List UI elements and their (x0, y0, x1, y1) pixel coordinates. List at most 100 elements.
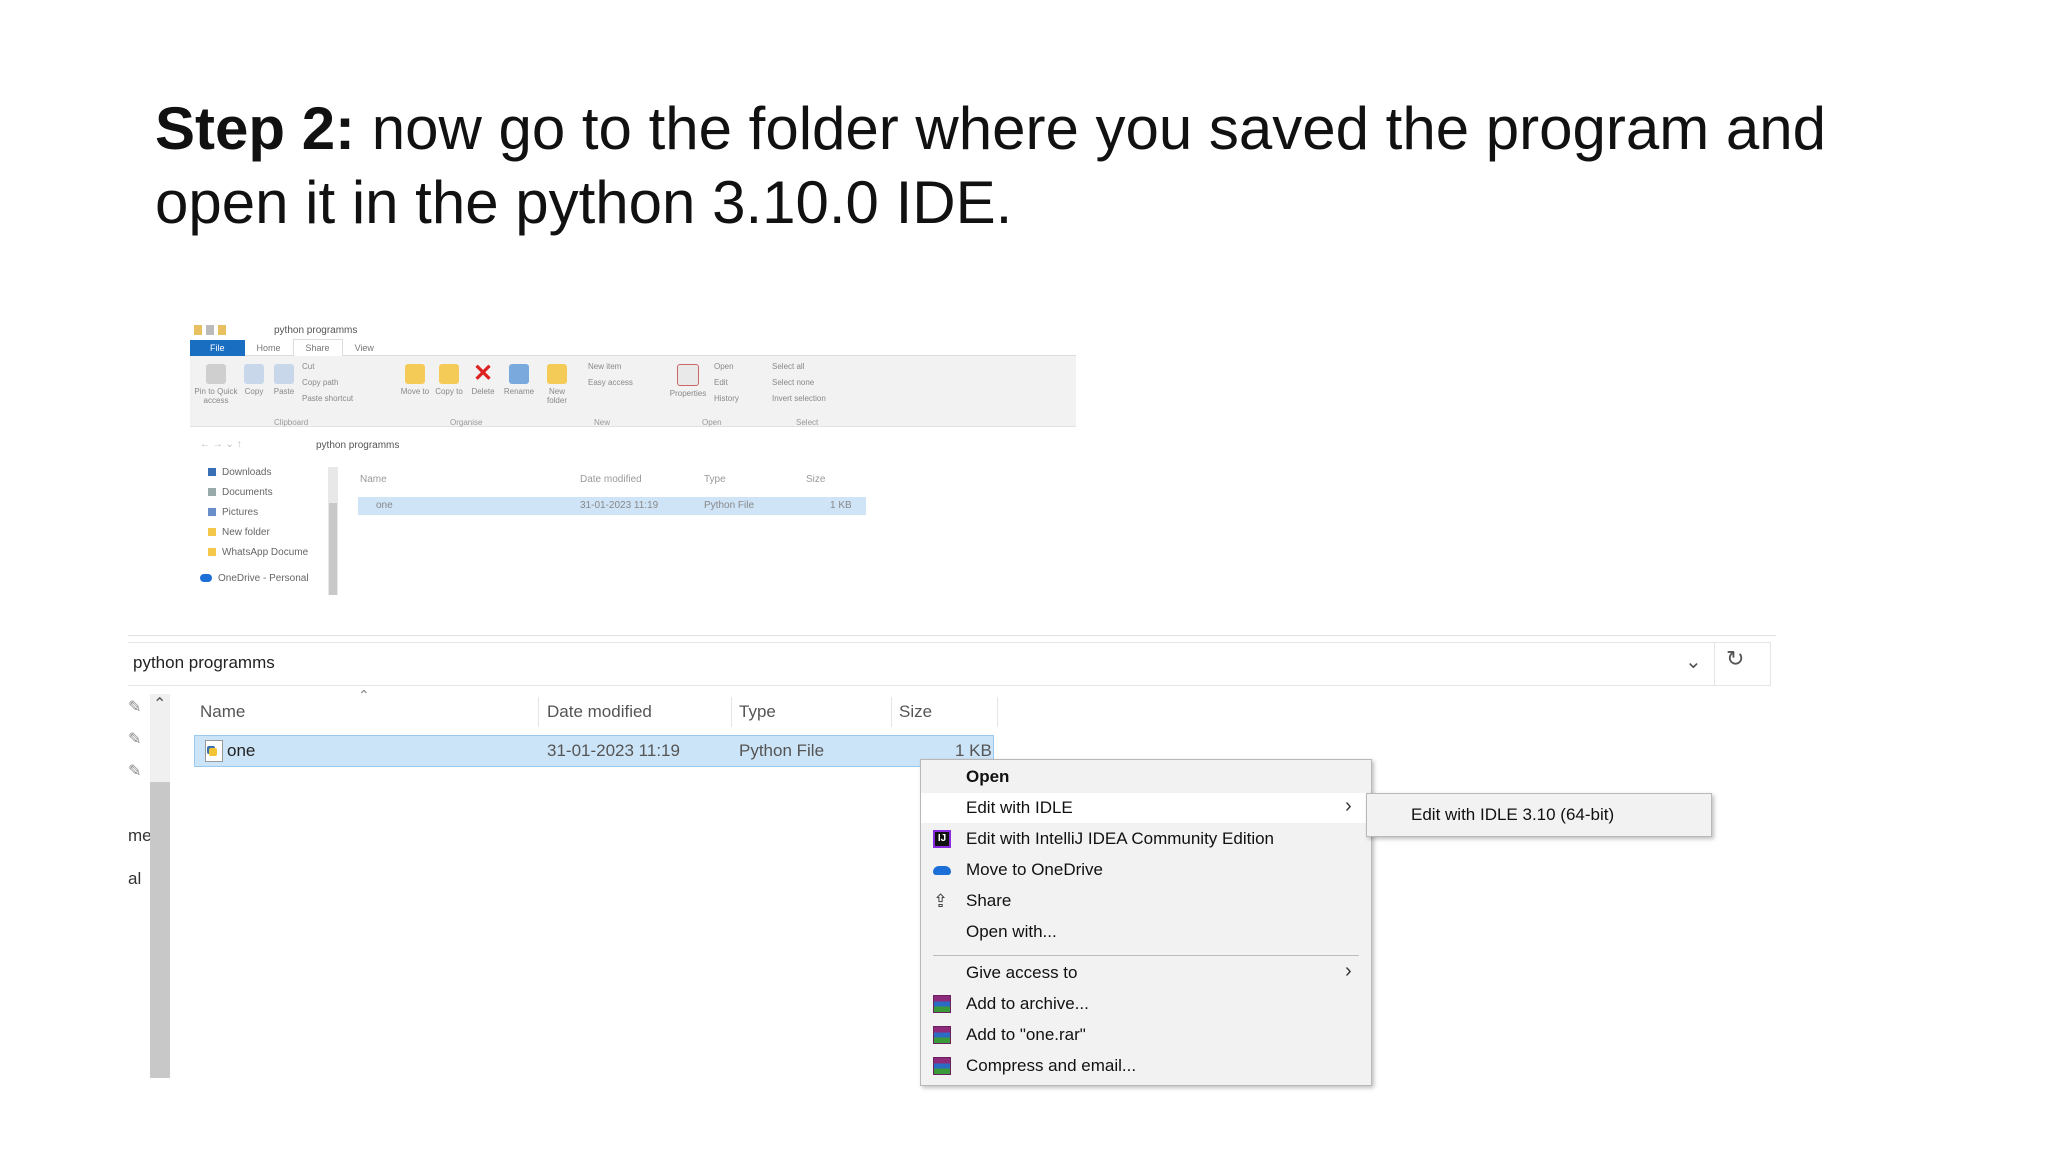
rename-button[interactable]: Rename (502, 364, 536, 396)
chevron-right-icon: › (1345, 795, 1352, 817)
documents-icon (208, 488, 216, 497)
mini-col-size[interactable]: Size (806, 474, 825, 485)
refresh-icon[interactable]: ↻ (1726, 647, 1744, 672)
chevron-down-icon[interactable]: ⌄ (1685, 649, 1702, 673)
invert-selection-button[interactable]: Invert selection (772, 394, 826, 403)
delete-icon: ✕ (473, 360, 494, 387)
winrar-icon (933, 1057, 951, 1075)
new-item-button[interactable]: New item (588, 362, 621, 371)
nav-item-clipped[interactable]: me (128, 826, 152, 846)
ribbon-tab-home[interactable]: Home (245, 340, 293, 356)
python-file-icon (205, 740, 223, 762)
menu-item-open-with[interactable]: Open with... (921, 917, 1371, 947)
move-to-button[interactable]: Move to (400, 364, 430, 396)
heading-step-label: Step 2: (155, 95, 356, 162)
mini-col-type[interactable]: Type (704, 474, 726, 485)
group-select: Select (796, 418, 819, 427)
menu-item-add-rar[interactable]: Add to "one.rar" (921, 1020, 1371, 1050)
easy-access-button[interactable]: Easy access (588, 378, 633, 387)
properties-icon (677, 364, 699, 386)
nav-scrollbar[interactable]: ⌃ (150, 694, 170, 1078)
share-icon: ⇪ (933, 891, 949, 911)
address-separator (1714, 643, 1715, 685)
copy-to-icon (439, 364, 459, 384)
properties-button[interactable]: Properties (666, 364, 710, 398)
onedrive-icon (200, 574, 212, 583)
menu-item-compress-email[interactable]: Compress and email... (921, 1051, 1371, 1081)
mini-nav-arrows-icon[interactable]: ← → ⌄ ↑ (200, 439, 242, 450)
mini-file-date: 31-01-2023 11:19 (580, 500, 659, 511)
move-to-icon (405, 364, 425, 384)
mini-nav-scrollbar[interactable] (328, 467, 338, 595)
select-all-button[interactable]: Select all (772, 362, 804, 371)
group-organise: Organise (450, 418, 483, 427)
pin-icon: ✎ (128, 697, 142, 716)
mini-window-title: python programms (274, 325, 358, 336)
scroll-thumb[interactable] (150, 782, 170, 1078)
chevron-right-icon: › (1345, 960, 1352, 982)
menu-item-edit-with-idle[interactable]: Edit with IDLE › (921, 793, 1371, 823)
history-button[interactable]: History (714, 394, 739, 403)
cut-button[interactable]: Cut (302, 362, 314, 371)
mini-address-path: python programms (316, 440, 400, 451)
ribbon-tab-file[interactable]: File (190, 340, 245, 356)
new-folder-button[interactable]: New folder (542, 364, 572, 405)
open-button[interactable]: Open (714, 362, 734, 371)
column-header-type[interactable]: Type (731, 697, 892, 727)
pin-quick-access-button[interactable]: Pin to Quick access (194, 364, 238, 405)
file-row[interactable]: one 31-01-2023 11:19 Python File 1 KB (194, 735, 994, 767)
menu-item-move-onedrive[interactable]: Move to OneDrive (921, 855, 1371, 885)
mini-scroll-thumb[interactable] (329, 503, 337, 595)
menu-item-edit-intellij[interactable]: IJ Edit with IntelliJ IDEA Community Edit… (921, 824, 1371, 854)
group-clipboard: Clipboard (274, 418, 309, 427)
select-none-button[interactable]: Select none (772, 378, 814, 387)
heading-instruction: now go to the folder where you saved the… (155, 95, 1826, 236)
mini-titlebar: python programms (190, 319, 1076, 339)
mini-col-date[interactable]: Date modified (580, 474, 642, 485)
quick-access-toolbar[interactable] (194, 325, 230, 336)
slide-heading: Step 2: now go to the folder where you s… (155, 92, 1975, 240)
file-size: 1 KB (955, 741, 992, 760)
paste-shortcut-button[interactable]: Paste shortcut (302, 394, 353, 403)
folder-icon (208, 548, 216, 557)
mini-file-row[interactable]: one 31-01-2023 11:19 Python File 1 KB (358, 497, 866, 515)
folder-icon (208, 528, 216, 537)
pin-icon (206, 364, 226, 384)
new-folder-icon (547, 364, 567, 384)
menu-item-open[interactable]: Open (921, 762, 1371, 792)
mini-file-size: 1 KB (830, 500, 852, 511)
intellij-icon: IJ (933, 830, 951, 848)
explorer-top-divider (128, 635, 1776, 636)
edit-button[interactable]: Edit (714, 378, 728, 387)
mini-ribbon-tabs: File Home Share View (190, 339, 1076, 356)
menu-separator (933, 955, 1359, 956)
menu-item-add-archive[interactable]: Add to archive... (921, 989, 1371, 1019)
scroll-up-icon[interactable]: ⌃ (153, 694, 166, 713)
context-menu: Open Edit with IDLE › IJ Edit with Intelli… (920, 759, 1372, 1086)
group-new: New (594, 418, 611, 427)
menu-item-share[interactable]: ⇪ Share (921, 886, 1371, 916)
column-header-date[interactable]: Date modified (539, 697, 732, 727)
ribbon-tab-view[interactable]: View (343, 340, 386, 356)
copy-to-button[interactable]: Copy to (434, 364, 464, 396)
pictures-icon (208, 508, 216, 517)
paste-button[interactable]: Paste (270, 364, 298, 396)
column-header-name[interactable]: Name (192, 697, 539, 727)
delete-button[interactable]: ✕ Delete (468, 360, 498, 397)
mini-file-name: one (376, 500, 393, 511)
copy-path-button[interactable]: Copy path (302, 378, 338, 387)
column-header-size[interactable]: Size (891, 697, 998, 727)
mini-file-type: Python File (704, 500, 755, 511)
paste-icon (274, 364, 294, 384)
file-date: 31-01-2023 11:19 (547, 741, 680, 760)
menu-item-edit-idle-310[interactable]: Edit with IDLE 3.10 (64-bit) (1411, 805, 1614, 825)
nav-item-clipped[interactable]: al (128, 869, 141, 889)
file-type: Python File (739, 741, 825, 760)
ribbon-tab-share[interactable]: Share (292, 339, 343, 356)
address-path: python programms (133, 653, 275, 672)
mini-col-name[interactable]: Name (360, 474, 387, 485)
address-bar[interactable]: python programms ⌄ ↻ (128, 642, 1771, 686)
copy-button[interactable]: Copy (240, 364, 268, 396)
menu-item-give-access[interactable]: Give access to › (921, 958, 1371, 988)
mini-address-bar[interactable]: ← → ⌄ ↑ python programms (190, 436, 1076, 456)
